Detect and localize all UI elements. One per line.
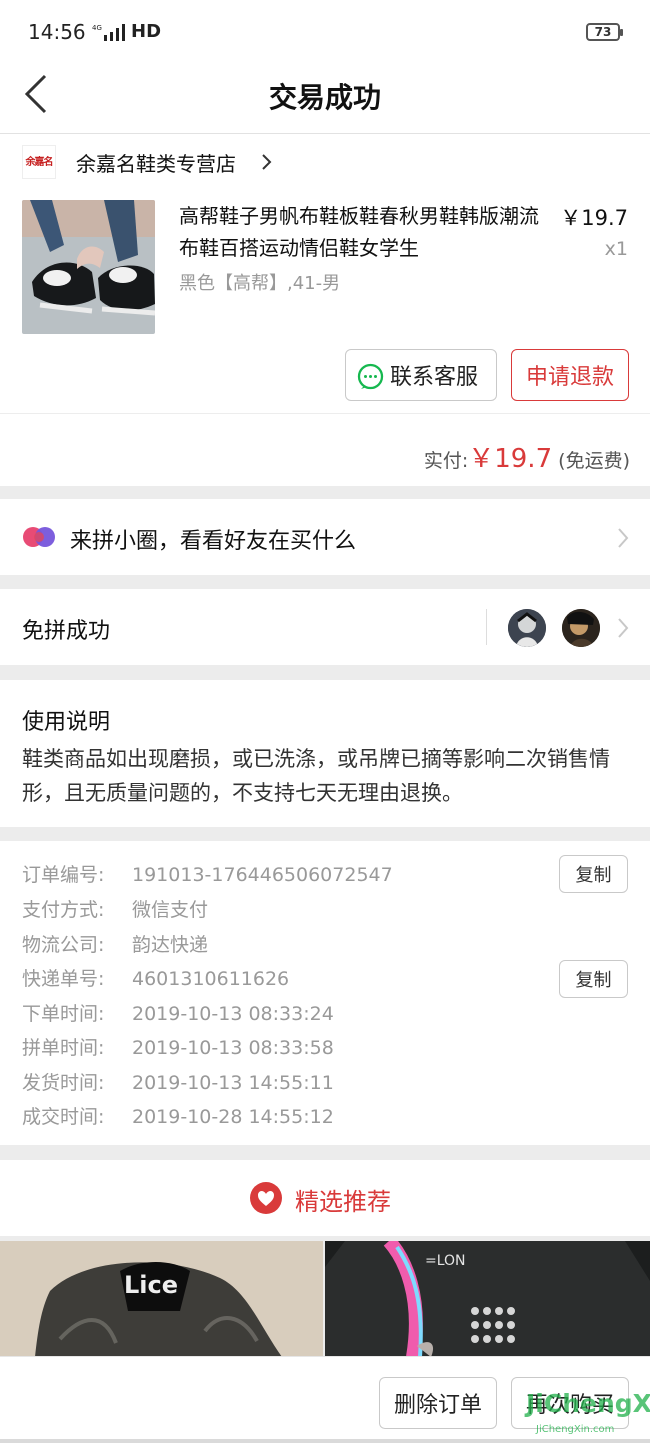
usage-notes-body: 鞋类商品如出现磨损，或已洗涤，或吊牌已摘等影响二次销售情形，且无质量问题的，不支… (22, 747, 610, 805)
bottom-action-bar: 删除订单 再次购买 JiChengXin JiChengXin.com (0, 1356, 650, 1444)
logistics-company-row: 物流公司: 韵达快递 (22, 934, 209, 956)
avatar[interactable] (562, 609, 600, 647)
request-refund-button[interactable]: 申请退款 (511, 349, 629, 401)
order-time-row: 下单时间: 2019-10-13 08:33:24 (22, 1003, 334, 1025)
payment-summary: 实付:￥19.7 (免运费) (424, 438, 630, 475)
watermark: JiChengXin JiChengXin.com (526, 1389, 650, 1439)
recommended-product-image[interactable]: =LON (325, 1241, 650, 1357)
network-type: HD (131, 21, 162, 42)
svg-text:4G: 4G (92, 24, 102, 32)
divider (0, 413, 650, 414)
group-status-row[interactable]: 免拼成功 (0, 589, 650, 665)
group-status-text: 免拼成功 (22, 619, 111, 644)
friends-circle-text: 来拼小圈，看看好友在买什么 (70, 529, 357, 554)
product-thumbnail[interactable] (22, 200, 155, 334)
svg-text:=LON: =LON (425, 1253, 466, 1269)
status-time: 14:56 (28, 20, 86, 44)
chevron-right-icon (618, 528, 629, 548)
recommended-product-image[interactable]: Lice (0, 1241, 323, 1357)
usage-notes-card: 使用说明 鞋类商品如出现磨损，或已洗涤，或吊牌已摘等影响二次销售情形，且无质量问… (0, 680, 650, 827)
shop-logo[interactable]: 余嘉名 (22, 145, 56, 179)
status-bar: 14:56 4G HD 73 (0, 0, 650, 62)
chevron-right-icon[interactable] (260, 150, 274, 174)
circle-logo-icon (23, 527, 55, 547)
friends-circle-row[interactable]: 来拼小圈，看看好友在买什么 (0, 499, 650, 575)
completion-time-row: 成交时间: 2019-10-28 14:55:12 (22, 1106, 334, 1128)
recommendation-title: 精选推荐 (295, 1188, 391, 1216)
recommendation-header: 精选推荐 (0, 1160, 650, 1236)
group-time-row: 拼单时间: 2019-10-13 08:33:58 (22, 1037, 334, 1059)
shop-name[interactable]: 余嘉名鞋类专营店 (76, 148, 236, 177)
product-title[interactable]: 高帮鞋子男帆布鞋板鞋春秋男鞋韩版潮流布鞋百搭运动情侣鞋女学生 (179, 200, 549, 264)
navigation-bar: 交易成功 (0, 62, 650, 134)
shipping-note: (免运费) (558, 450, 630, 472)
contact-service-button[interactable]: 联系客服 (345, 349, 497, 401)
payment-label: 实付: (423, 450, 469, 472)
order-detail-page: 14:56 4G HD 73 交易成功 余嘉名 余嘉名鞋类专营店 高帮鞋子男帆布… (0, 0, 650, 1444)
order-number-row: 订单编号: 191013-176446506072547 (22, 864, 393, 886)
divider (486, 609, 487, 645)
product-price: ￥19.7 (560, 206, 628, 230)
watermark-top: JiChengXin (526, 1389, 650, 1418)
heart-badge-icon (250, 1182, 282, 1214)
contact-service-label: 联系客服 (390, 365, 479, 390)
copy-order-number-button[interactable]: 复制 (559, 855, 628, 893)
tracking-number-row: 快递单号: 4601310611626 (22, 968, 290, 990)
order-info-card: 订单编号: 191013-176446506072547 复制 支付方式: 微信支付… (0, 841, 650, 1145)
delete-order-button[interactable]: 删除订单 (379, 1377, 497, 1429)
watermark-bottom: JiChengXin.com (536, 1424, 615, 1435)
ship-time-row: 发货时间: 2019-10-13 14:55:11 (22, 1072, 334, 1094)
payment-method-row: 支付方式: 微信支付 (22, 899, 209, 921)
page-title: 交易成功 (268, 81, 381, 114)
chat-icon (357, 363, 384, 390)
copy-tracking-number-button[interactable]: 复制 (559, 960, 628, 998)
tracking-number: 4601310611626 (132, 968, 290, 990)
signal-icon: 4G (92, 24, 125, 41)
chevron-right-icon (618, 618, 629, 638)
payment-amount: ￥19.7 (468, 444, 553, 474)
product-spec: 黑色【高帮】,41-男 (179, 273, 341, 294)
battery-icon: 73 (586, 23, 623, 41)
order-number: 191013-176446506072547 (132, 864, 393, 886)
avatar[interactable] (508, 609, 546, 647)
order-product-card: 余嘉名 余嘉名鞋类专营店 高帮鞋子男帆布鞋板鞋春秋男鞋韩版潮流布鞋百搭运动情侣鞋… (0, 134, 650, 486)
product-quantity: x1 (604, 238, 628, 260)
shirt-print-text: Lice (124, 1271, 178, 1299)
usage-notes-title: 使用说明 (22, 710, 111, 735)
home-indicator (0, 1439, 650, 1443)
